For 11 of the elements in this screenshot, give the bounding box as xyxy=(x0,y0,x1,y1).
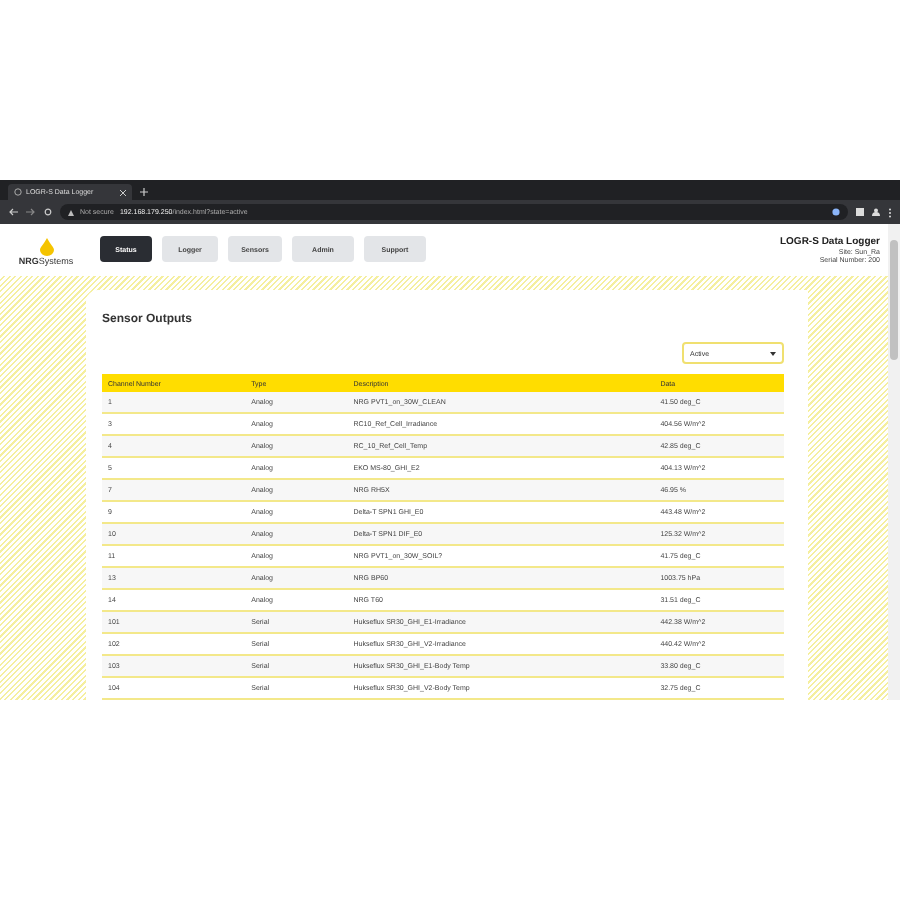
globe-icon xyxy=(14,188,22,196)
plus-icon[interactable] xyxy=(140,188,148,196)
back-arrow-icon[interactable] xyxy=(8,208,18,216)
warning-icon xyxy=(68,209,74,215)
reload-icon[interactable] xyxy=(44,208,52,216)
forward-arrow-icon[interactable] xyxy=(26,208,36,216)
close-icon[interactable] xyxy=(120,189,126,195)
caret-icon xyxy=(770,351,776,355)
scrollbar[interactable] xyxy=(888,224,900,700)
drop-logo-icon xyxy=(39,238,53,256)
profile-icon[interactable] xyxy=(872,208,880,216)
